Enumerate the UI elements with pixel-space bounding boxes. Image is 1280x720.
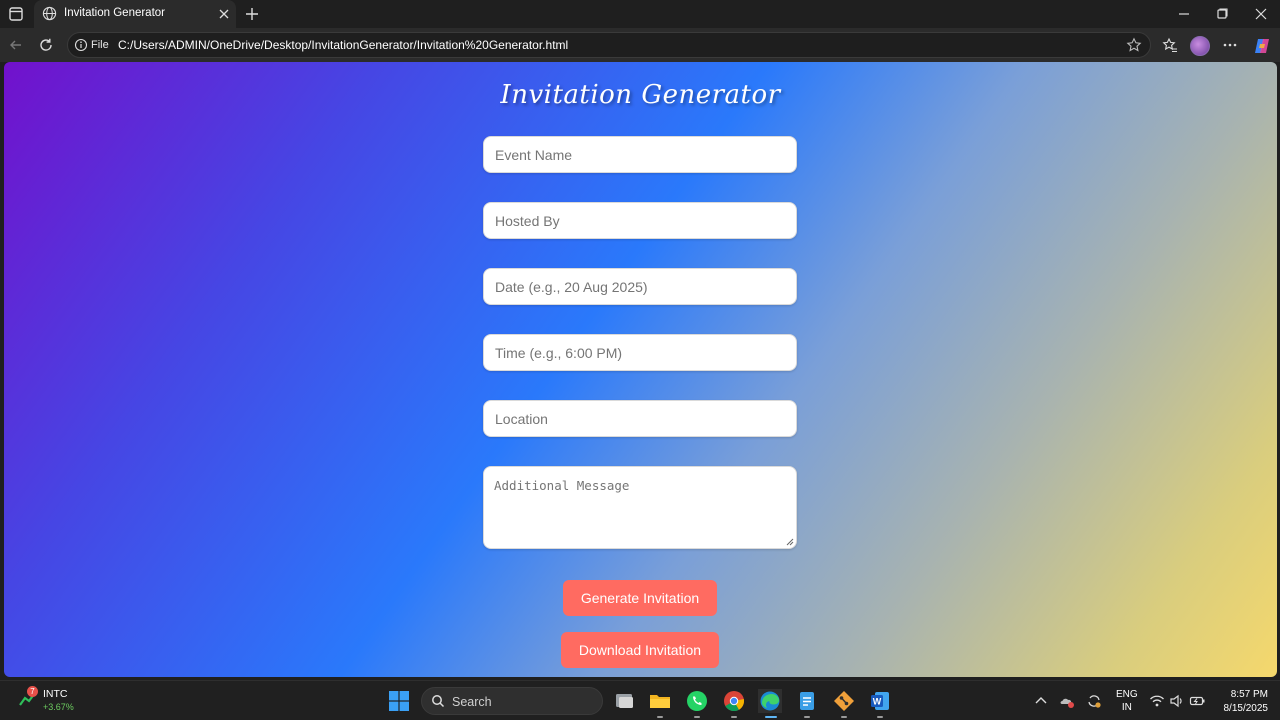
browser-toolbar: File C:/Users/ADMIN/OneDrive/Desktop/Inv…: [0, 28, 1280, 62]
file-explorer-icon[interactable]: [648, 689, 672, 713]
event-name-input[interactable]: Event Name: [483, 136, 797, 173]
time-placeholder: Time (e.g., 6:00 PM): [495, 345, 623, 361]
language-region: IN: [1121, 702, 1132, 713]
more-options-icon[interactable]: [1222, 37, 1238, 53]
notepad-icon[interactable]: [795, 689, 819, 713]
git-running-indicator: [841, 716, 847, 718]
notepad-running-indicator: [804, 716, 810, 718]
time-input[interactable]: Time (e.g., 6:00 PM): [483, 334, 797, 371]
chrome-icon[interactable]: [722, 689, 746, 713]
url-text[interactable]: C:/Users/ADMIN/OneDrive/Desktop/Invitati…: [118, 38, 568, 52]
word-icon[interactable]: W: [868, 689, 892, 713]
location-input[interactable]: Location: [483, 400, 797, 437]
system-clock[interactable]: 8:57 PM 8/15/2025: [1208, 688, 1269, 716]
edge-active-indicator: [765, 716, 777, 718]
tab-title: Invitation Generator: [64, 7, 166, 19]
stock-notification-badge: 7: [27, 686, 38, 697]
close-window-icon[interactable]: [1253, 6, 1269, 22]
stock-change: +3.67%: [43, 702, 74, 712]
close-tab-icon[interactable]: [218, 8, 230, 20]
url-scheme-label: File: [91, 39, 109, 51]
git-icon[interactable]: [832, 689, 856, 713]
copilot-icon[interactable]: [1252, 36, 1272, 56]
refresh-icon[interactable]: [38, 37, 54, 53]
clock-time: 8:57 PM: [1230, 689, 1268, 700]
download-invitation-button[interactable]: Download Invitation: [561, 632, 719, 668]
globe-icon: [42, 6, 57, 21]
sync-icon[interactable]: [1086, 693, 1102, 709]
svg-text:W: W: [873, 697, 882, 707]
date-input[interactable]: Date (e.g., 20 Aug 2025): [483, 268, 797, 305]
page-viewport: Invitation Generator Event Name Hosted B…: [4, 62, 1277, 677]
resize-grip-icon[interactable]: [786, 538, 794, 546]
additional-message-placeholder: Additional Message: [494, 478, 630, 493]
tab-actions-icon[interactable]: [8, 6, 24, 22]
wifi-icon[interactable]: [1149, 693, 1165, 709]
stock-ticker[interactable]: INTC: [43, 688, 68, 700]
page-title: Invitation Generator: [500, 80, 781, 110]
address-bar[interactable]: File C:/Users/ADMIN/OneDrive/Desktop/Inv…: [67, 32, 1151, 58]
chrome-running-indicator: [731, 716, 737, 718]
language-code: ENG: [1116, 689, 1138, 700]
show-hidden-icons-chevron-icon[interactable]: [1033, 693, 1049, 709]
restore-icon[interactable]: [1214, 6, 1230, 22]
browser-tab-bar: Invitation Generator: [0, 0, 1280, 28]
file-explorer-running-indicator: [657, 716, 663, 718]
word-running-indicator: [877, 716, 883, 718]
hosted-by-input[interactable]: Hosted By: [483, 202, 797, 239]
profile-avatar[interactable]: [1190, 36, 1210, 56]
minimize-icon[interactable]: [1176, 6, 1192, 22]
location-placeholder: Location: [495, 411, 548, 427]
back-icon[interactable]: [8, 37, 24, 53]
info-icon[interactable]: [74, 38, 88, 52]
task-view-icon[interactable]: [612, 689, 636, 713]
edge-icon[interactable]: [758, 689, 782, 713]
favorites-icon[interactable]: [1162, 37, 1178, 53]
whatsapp-running-indicator: [694, 716, 700, 718]
additional-message-textarea[interactable]: Additional Message: [483, 466, 797, 549]
date-placeholder: Date (e.g., 20 Aug 2025): [495, 279, 648, 295]
event-name-placeholder: Event Name: [495, 147, 573, 163]
taskbar-search-box[interactable]: Search: [421, 687, 603, 715]
search-icon: [432, 695, 445, 708]
volume-icon[interactable]: [1169, 693, 1185, 709]
favorite-star-icon[interactable]: [1126, 37, 1142, 53]
search-label: Search: [452, 695, 492, 709]
browser-tab[interactable]: Invitation Generator: [34, 0, 236, 28]
clock-date: 8/15/2025: [1223, 703, 1269, 714]
onedrive-status-icon[interactable]: [1059, 693, 1075, 709]
windows-start-icon[interactable]: [389, 691, 409, 711]
battery-icon[interactable]: [1189, 693, 1205, 709]
hosted-by-placeholder: Hosted By: [495, 213, 560, 229]
generate-invitation-button[interactable]: Generate Invitation: [563, 580, 717, 616]
taskbar: 7 INTC +3.67% Search W ENG IN 8:57 PM 8/…: [0, 680, 1280, 720]
whatsapp-icon[interactable]: [685, 689, 709, 713]
language-indicator[interactable]: ENG IN: [1116, 688, 1138, 714]
new-tab-icon[interactable]: [244, 6, 260, 22]
